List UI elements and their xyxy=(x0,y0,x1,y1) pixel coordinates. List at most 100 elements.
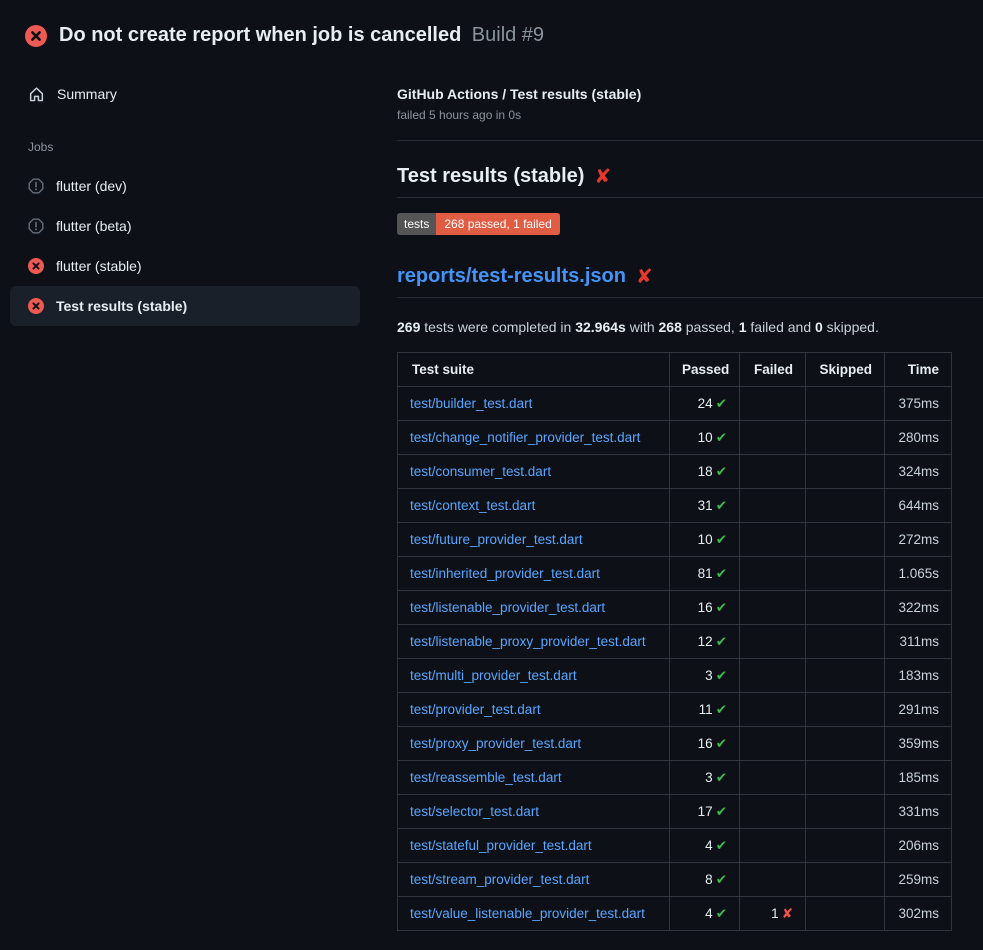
summary-total: 269 xyxy=(397,319,420,335)
skipped-cell xyxy=(806,557,885,591)
failed-cell xyxy=(740,591,806,625)
suite-cell: test/change_notifier_provider_test.dart xyxy=(398,421,670,455)
table-row: test/change_notifier_provider_test.dart … xyxy=(398,421,952,455)
table-row: test/listenable_provider_test.dart 16✔ 3… xyxy=(398,591,952,625)
check-icon: ✔ xyxy=(716,702,727,717)
sidebar: Summary Jobs flutter (dev) flutter (beta… xyxy=(0,66,370,326)
suite-link[interactable]: test/reassemble_test.dart xyxy=(410,770,562,785)
suite-link[interactable]: test/consumer_test.dart xyxy=(410,464,551,479)
time-cell: 206ms xyxy=(885,829,952,863)
header-divider xyxy=(397,140,983,141)
failed-cell xyxy=(740,557,806,591)
failed-cell xyxy=(740,489,806,523)
suite-link[interactable]: test/context_test.dart xyxy=(410,498,535,513)
suite-cell: test/future_provider_test.dart xyxy=(398,523,670,557)
failed-cell: 1✘ xyxy=(740,897,806,931)
suite-link[interactable]: test/stateful_provider_test.dart xyxy=(410,838,592,853)
skipped-cell xyxy=(806,795,885,829)
check-icon: ✔ xyxy=(716,498,727,513)
sidebar-job-item[interactable]: Test results (stable) xyxy=(10,286,360,326)
suite-link[interactable]: test/multi_provider_test.dart xyxy=(410,668,577,683)
run-title: Do not create report when job is cancell… xyxy=(59,24,544,47)
skipped-cell xyxy=(806,693,885,727)
suite-link[interactable]: test/value_listenable_provider_test.dart xyxy=(410,906,645,921)
report-file-link[interactable]: reports/test-results.json xyxy=(397,265,626,288)
time-cell: 272ms xyxy=(885,523,952,557)
table-row: test/stream_provider_test.dart 8✔ 259ms xyxy=(398,863,952,897)
job-label: flutter (dev) xyxy=(56,178,127,194)
suite-cell: test/listenable_provider_test.dart xyxy=(398,591,670,625)
summary-text: failed and xyxy=(747,319,816,335)
sidebar-job-item[interactable]: flutter (dev) xyxy=(10,166,360,206)
skipped-cell xyxy=(806,591,885,625)
suite-link[interactable]: test/selector_test.dart xyxy=(410,804,539,819)
suite-cell: test/stream_provider_test.dart xyxy=(398,863,670,897)
summary-text: tests were completed in xyxy=(420,319,575,335)
suite-cell: test/provider_test.dart xyxy=(398,693,670,727)
suite-link[interactable]: test/builder_test.dart xyxy=(410,396,532,411)
breadcrumb: GitHub Actions / Test results (stable) xyxy=(397,86,983,102)
skipped-cell xyxy=(806,863,885,897)
sidebar-job-item[interactable]: flutter (stable) xyxy=(10,246,360,286)
table-row: test/stateful_provider_test.dart 4✔ 206m… xyxy=(398,829,952,863)
table-row: test/builder_test.dart 24✔ 375ms xyxy=(398,387,952,421)
summary-text: passed, xyxy=(682,319,739,335)
suite-link[interactable]: test/proxy_provider_test.dart xyxy=(410,736,581,751)
failed-cell xyxy=(740,659,806,693)
table-row: test/multi_provider_test.dart 3✔ 183ms xyxy=(398,659,952,693)
section-title: Test results (stable) xyxy=(397,165,584,188)
table-row: test/proxy_provider_test.dart 16✔ 359ms xyxy=(398,727,952,761)
failed-cell xyxy=(740,421,806,455)
suite-cell: test/value_listenable_provider_test.dart xyxy=(398,897,670,931)
suite-link[interactable]: test/inherited_provider_test.dart xyxy=(410,566,600,581)
skipped-cell xyxy=(806,489,885,523)
failed-cell xyxy=(740,795,806,829)
table-row: test/provider_test.dart 11✔ 291ms xyxy=(398,693,952,727)
report-heading: reports/test-results.json ✘ xyxy=(397,265,983,288)
section-failed-x-icon: ✘ xyxy=(594,167,611,187)
passed-cell: 4✔ xyxy=(670,829,740,863)
passed-cell: 11✔ xyxy=(670,693,740,727)
table-row: test/value_listenable_provider_test.dart… xyxy=(398,897,952,931)
sidebar-summary-label: Summary xyxy=(57,86,117,102)
time-cell: 280ms xyxy=(885,421,952,455)
section-heading: Test results (stable) ✘ xyxy=(397,165,983,188)
check-icon: ✔ xyxy=(716,804,727,819)
suite-link[interactable]: test/future_provider_test.dart xyxy=(410,532,583,547)
sidebar-job-item[interactable]: flutter (beta) xyxy=(10,206,360,246)
table-row: test/context_test.dart 31✔ 644ms xyxy=(398,489,952,523)
table-row: test/future_provider_test.dart 10✔ 272ms xyxy=(398,523,952,557)
check-icon: ✔ xyxy=(716,634,727,649)
check-icon: ✔ xyxy=(716,838,727,853)
suite-link[interactable]: test/change_notifier_provider_test.dart xyxy=(410,430,640,445)
suite-link[interactable]: test/provider_test.dart xyxy=(410,702,541,717)
suite-cell: test/listenable_proxy_provider_test.dart xyxy=(398,625,670,659)
time-cell: 375ms xyxy=(885,387,952,421)
passed-cell: 12✔ xyxy=(670,625,740,659)
table-row: test/listenable_proxy_provider_test.dart… xyxy=(398,625,952,659)
failed-cell xyxy=(740,829,806,863)
summary-duration: 32.964s xyxy=(575,319,626,335)
passed-cell: 16✔ xyxy=(670,727,740,761)
job-cancelled-icon xyxy=(28,218,44,234)
passed-cell: 3✔ xyxy=(670,659,740,693)
check-icon: ✔ xyxy=(716,430,727,445)
table-row: test/consumer_test.dart 18✔ 324ms xyxy=(398,455,952,489)
skipped-cell xyxy=(806,761,885,795)
time-cell: 644ms xyxy=(885,489,952,523)
tests-badge: tests 268 passed, 1 failed xyxy=(397,213,560,235)
job-label: Test results (stable) xyxy=(56,298,187,314)
sidebar-item-summary[interactable]: Summary xyxy=(10,74,360,114)
test-results-table: Test suitePassedFailedSkippedTime test/b… xyxy=(397,352,952,931)
skipped-cell xyxy=(806,387,885,421)
check-icon: ✔ xyxy=(716,532,727,547)
suite-link[interactable]: test/listenable_provider_test.dart xyxy=(410,600,605,615)
time-cell: 185ms xyxy=(885,761,952,795)
suite-link[interactable]: test/stream_provider_test.dart xyxy=(410,872,589,887)
run-failed-icon xyxy=(25,25,47,47)
passed-cell: 3✔ xyxy=(670,761,740,795)
summary-text: with xyxy=(626,319,659,335)
column-header: Passed xyxy=(670,353,740,387)
suite-link[interactable]: test/listenable_proxy_provider_test.dart xyxy=(410,634,646,649)
skipped-cell xyxy=(806,829,885,863)
